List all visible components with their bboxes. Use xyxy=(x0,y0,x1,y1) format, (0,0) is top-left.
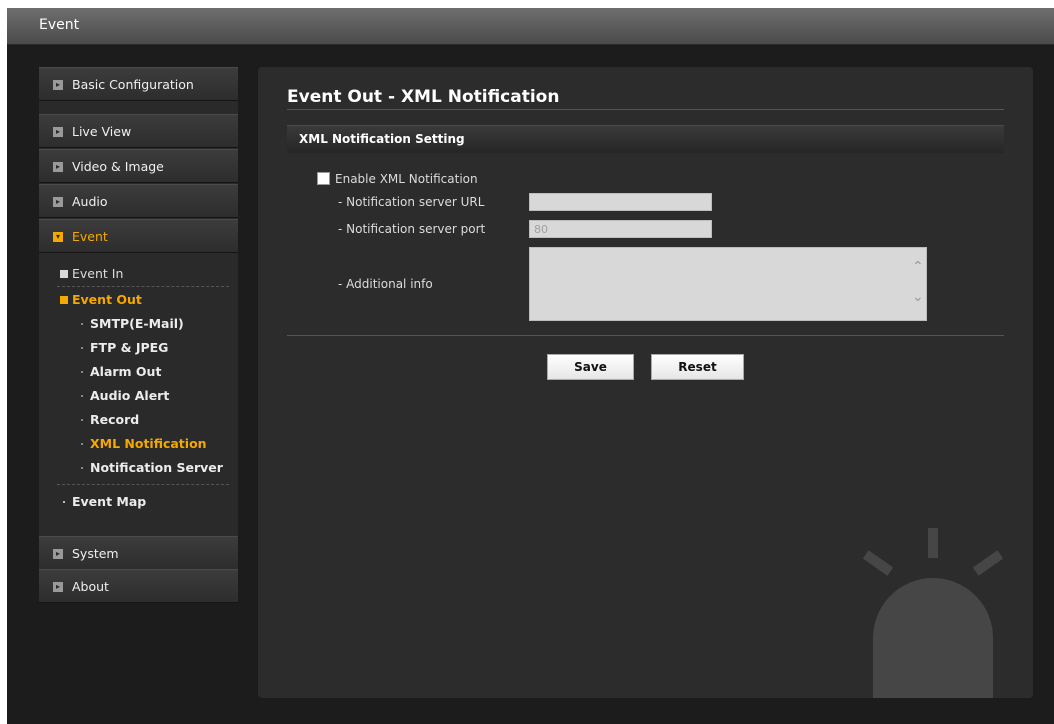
enable-xml-notification-label: Enable XML Notification xyxy=(335,172,478,186)
divider xyxy=(287,109,1004,110)
submenu-audio-alert[interactable]: Audio Alert xyxy=(39,384,238,408)
submenu-label: Audio Alert xyxy=(90,388,170,403)
submenu-label: Event Map xyxy=(72,494,147,509)
additional-info-label: - Additional info xyxy=(338,277,433,291)
scroll-down-icon[interactable]: ⌄ xyxy=(912,290,924,304)
submenu-record[interactable]: Record xyxy=(39,408,238,432)
expand-arrow-icon: ▸ xyxy=(53,197,63,207)
app-window: Event ▸ Basic Configuration ▸ Live View … xyxy=(7,8,1054,724)
title-bar: Event xyxy=(7,8,1054,45)
submenu-label: Notification Server xyxy=(90,460,223,475)
expand-arrow-icon: ▸ xyxy=(53,80,63,90)
bullet-icon xyxy=(81,419,83,421)
enable-xml-notification-checkbox[interactable] xyxy=(317,172,330,185)
bullet-icon xyxy=(81,395,83,397)
submenu-ftp-jpeg[interactable]: FTP & JPEG xyxy=(39,336,238,360)
bullet-icon xyxy=(81,443,83,445)
save-button[interactable]: Save xyxy=(547,354,634,380)
bullet-icon xyxy=(81,347,83,349)
sidebar-item-label: Basic Configuration xyxy=(72,77,194,92)
submenu-label: Record xyxy=(90,412,140,427)
expand-arrow-icon: ▸ xyxy=(53,582,63,592)
sidebar-item-live-view[interactable]: ▸ Live View xyxy=(39,114,238,148)
section-title: XML Notification Setting xyxy=(299,132,465,146)
tree-node-icon xyxy=(60,296,68,304)
sidebar-item-event[interactable]: ▾ Event xyxy=(39,219,238,253)
camera-watermark-icon xyxy=(862,528,1004,698)
sidebar-item-basic-configuration[interactable]: ▸ Basic Configuration xyxy=(39,67,238,101)
bullet-icon xyxy=(81,371,83,373)
section-header: XML Notification Setting xyxy=(287,125,1004,153)
server-port-label: - Notification server port xyxy=(338,222,486,236)
expand-arrow-icon: ▸ xyxy=(53,162,63,172)
sidebar-item-label: About xyxy=(72,579,109,594)
sidebar-item-system[interactable]: ▸ System xyxy=(39,536,238,570)
submenu-label: Event Out xyxy=(72,292,142,307)
divider xyxy=(57,286,229,287)
sidebar-item-label: Video & Image xyxy=(72,159,164,174)
main-panel: Event Out - XML Notification XML Notific… xyxy=(258,67,1033,698)
sidebar-item-about[interactable]: ▸ About xyxy=(39,569,238,603)
bullet-icon xyxy=(81,323,83,325)
sidebar-item-label: Event xyxy=(72,229,108,244)
bullet-icon xyxy=(63,501,65,503)
sidebar-item-audio[interactable]: ▸ Audio xyxy=(39,184,238,218)
submenu-xml-notification[interactable]: XML Notification xyxy=(39,432,238,456)
sidebar-item-video-image[interactable]: ▸ Video & Image xyxy=(39,149,238,183)
submenu-smtp[interactable]: SMTP(E-Mail) xyxy=(39,312,238,336)
scroll-up-icon[interactable]: ⌃ xyxy=(912,260,924,274)
window-title: Event xyxy=(39,17,80,33)
collapse-arrow-icon: ▾ xyxy=(53,232,63,242)
reset-button[interactable]: Reset xyxy=(651,354,744,380)
server-url-label: - Notification server URL xyxy=(338,195,485,209)
sidebar-item-label: System xyxy=(72,546,119,561)
sidebar: ▸ Basic Configuration ▸ Live View ▸ Vide… xyxy=(39,67,238,603)
submenu-event-in[interactable]: Event In xyxy=(39,262,238,286)
page-title: Event Out - XML Notification xyxy=(287,87,560,107)
bullet-icon xyxy=(81,467,83,469)
sidebar-item-label: Audio xyxy=(72,194,108,209)
divider xyxy=(57,484,229,485)
submenu-label: Event In xyxy=(72,266,124,281)
submenu-event-map[interactable]: Event Map xyxy=(39,490,238,514)
sidebar-item-label: Live View xyxy=(72,124,132,139)
expand-arrow-icon: ▸ xyxy=(53,549,63,559)
expand-arrow-icon: ▸ xyxy=(53,127,63,137)
submenu-label: Alarm Out xyxy=(90,364,162,379)
submenu-label: XML Notification xyxy=(90,436,207,451)
additional-info-textarea[interactable]: ⌃ ⌄ xyxy=(529,247,927,321)
tree-node-icon xyxy=(60,270,68,278)
submenu-notification-server[interactable]: Notification Server xyxy=(39,456,238,480)
submenu-label: FTP & JPEG xyxy=(90,340,169,355)
divider xyxy=(287,335,1004,336)
submenu-label: SMTP(E-Mail) xyxy=(90,316,184,331)
server-url-input[interactable] xyxy=(529,193,712,211)
submenu-alarm-out[interactable]: Alarm Out xyxy=(39,360,238,384)
submenu-event-out[interactable]: Event Out xyxy=(39,288,238,312)
server-port-input[interactable]: 80 xyxy=(529,220,712,238)
